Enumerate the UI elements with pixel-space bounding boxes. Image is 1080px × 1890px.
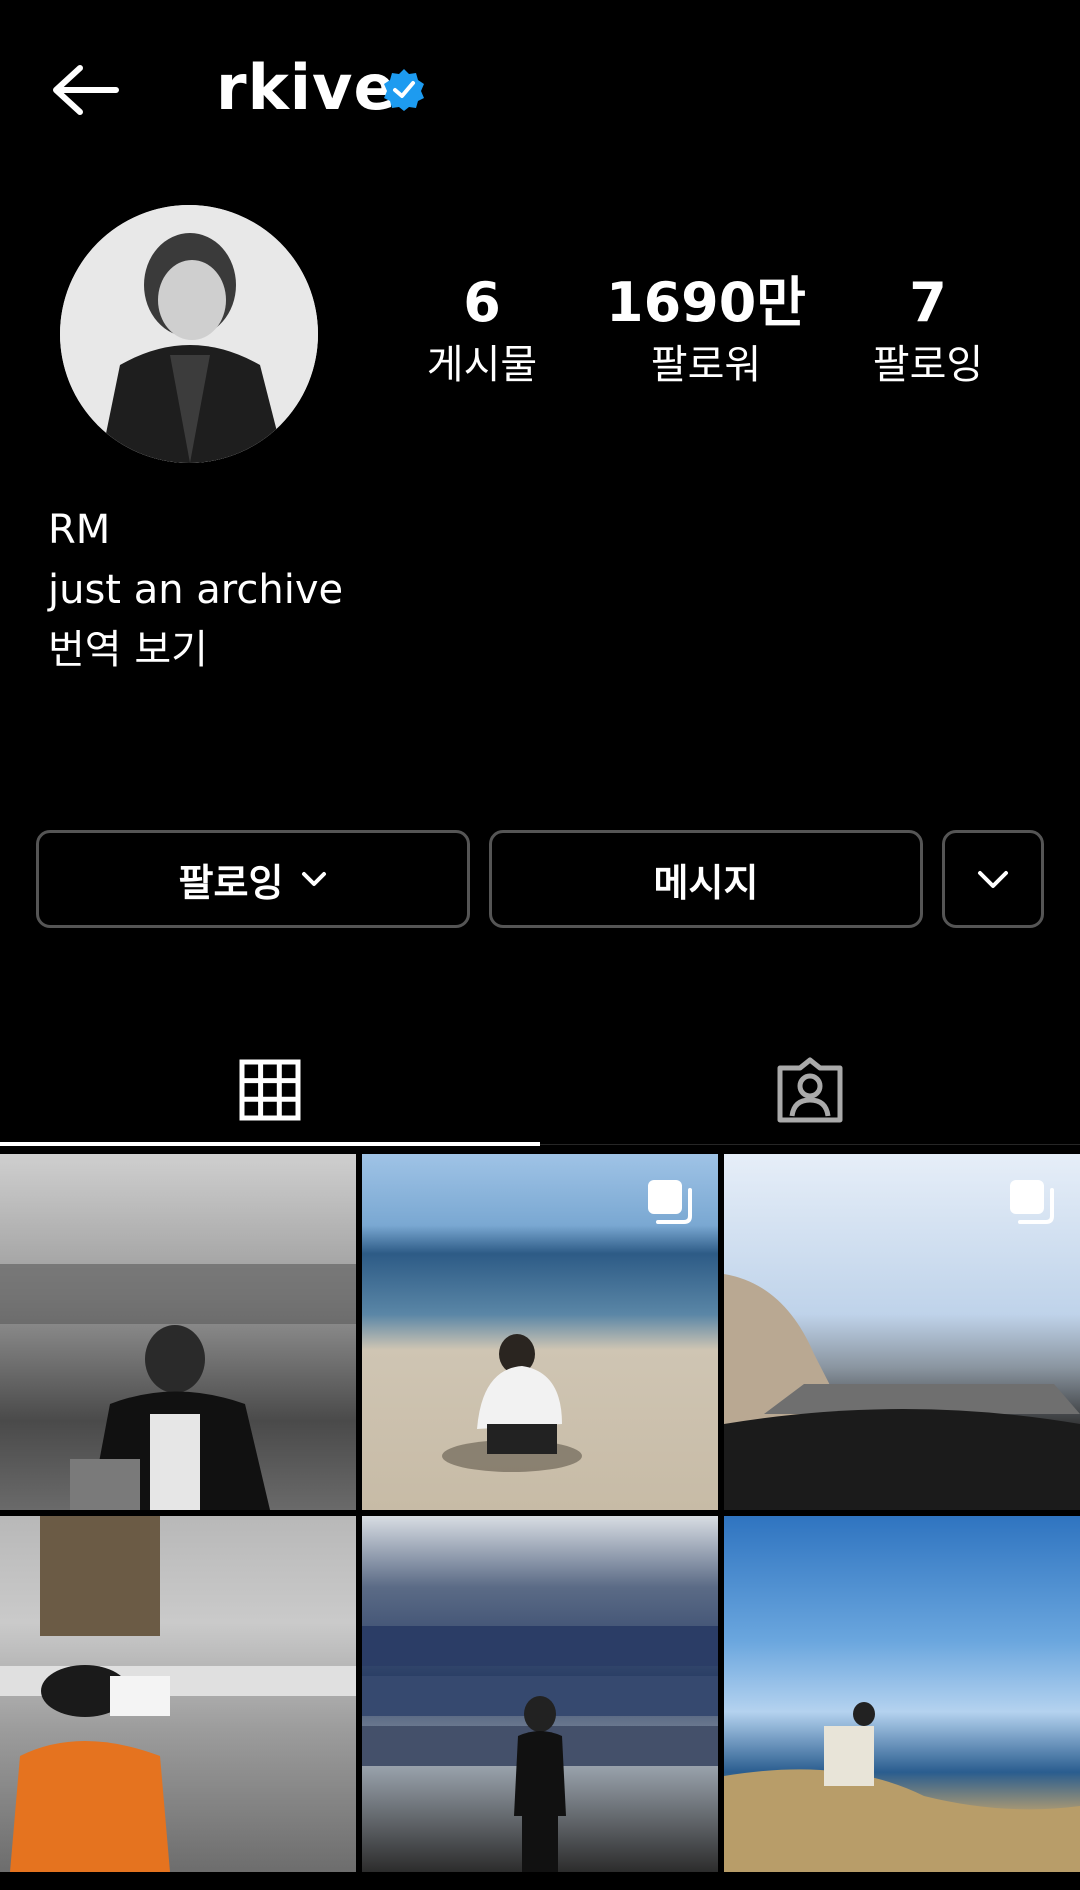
post-photo	[0, 1516, 356, 1872]
grid-icon	[239, 1059, 301, 1121]
following-button-label: 팔로잉	[178, 860, 284, 905]
posts-label: 게시물	[426, 342, 538, 388]
post-photo	[362, 1626, 718, 1872]
chevron-down-icon	[978, 871, 1008, 888]
verified-badge-icon	[384, 69, 424, 111]
profile-bio: RM just an archive 번역 보기	[48, 500, 343, 680]
post-thumbnail[interactable]	[0, 1516, 356, 1872]
message-button[interactable]: 메시지	[489, 830, 923, 928]
back-button[interactable]	[40, 55, 130, 125]
following-stat[interactable]: 7 팔로잉	[808, 270, 1048, 394]
tab-tagged[interactable]	[540, 1030, 1080, 1150]
suggested-accounts-button[interactable]	[942, 830, 1044, 928]
tagged-person-icon	[777, 1057, 843, 1123]
post-thumbnail[interactable]	[362, 1516, 718, 1872]
post-thumbnail[interactable]	[362, 1154, 718, 1510]
posts-count: 6	[463, 271, 501, 334]
post-thumbnail[interactable]	[724, 1154, 1080, 1510]
posts-stat[interactable]: 6 게시물	[362, 270, 602, 394]
profile-display-name: RM	[48, 507, 111, 553]
following-button[interactable]: 팔로잉	[36, 830, 470, 928]
followers-label: 팔로워	[650, 342, 762, 388]
profile-avatar[interactable]	[60, 205, 318, 463]
arrow-left-icon	[53, 65, 119, 115]
message-button-label: 메시지	[653, 860, 759, 905]
top-bar: rkive	[0, 0, 1080, 180]
carousel-multi-icon	[1010, 1180, 1054, 1224]
profile-tabs	[0, 1030, 1080, 1150]
carousel-multi-icon	[648, 1180, 692, 1224]
bio-text: just an archive	[48, 567, 344, 613]
following-count: 7	[909, 271, 947, 334]
active-tab-indicator	[0, 1142, 540, 1146]
followers-stat[interactable]: 1690만 팔로워	[586, 270, 826, 394]
chevron-down-icon	[301, 870, 327, 888]
tab-divider	[540, 1144, 1080, 1145]
following-label: 팔로잉	[872, 342, 984, 388]
tab-posts-grid[interactable]	[0, 1030, 540, 1150]
profile-username: rkive	[216, 51, 397, 124]
translate-link[interactable]: 번역 보기	[48, 620, 343, 680]
post-photo	[724, 1702, 1080, 1872]
avatar-photo	[60, 205, 318, 463]
post-thumbnail[interactable]	[724, 1516, 1080, 1872]
post-thumbnail[interactable]	[0, 1154, 356, 1510]
followers-count: 1690만	[606, 271, 806, 334]
post-photo	[0, 1264, 356, 1510]
